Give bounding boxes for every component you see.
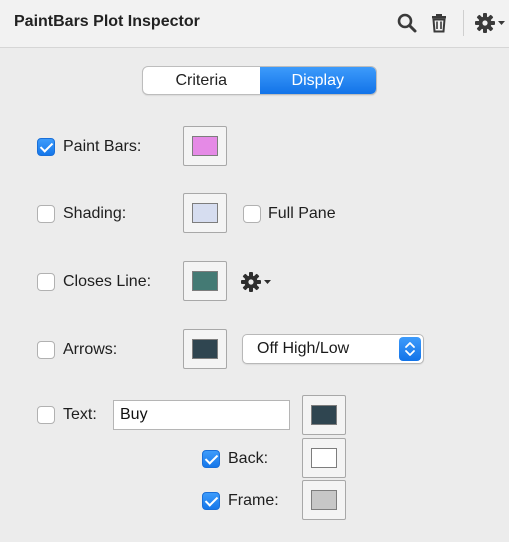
paint-bars-label: Paint Bars:	[63, 138, 142, 155]
shading-color-well[interactable]	[183, 193, 227, 233]
frame-label: Frame:	[228, 492, 279, 509]
chevron-updown-icon	[405, 342, 415, 356]
text-color-swatch	[311, 405, 337, 425]
back-label: Back:	[228, 450, 269, 467]
tab-display[interactable]: Display	[259, 67, 376, 94]
arrows-color-swatch	[192, 339, 218, 359]
full-pane-checkbox[interactable]	[243, 205, 261, 223]
back-checkbox[interactable]	[202, 450, 220, 468]
frame-checkbox[interactable]	[202, 492, 220, 510]
trash-icon[interactable]	[428, 12, 450, 34]
gear-menu-icon[interactable]	[474, 12, 506, 34]
arrows-mode-value: Off High/Low	[257, 340, 350, 357]
arrows-label: Arrows:	[63, 341, 118, 358]
paint-bars-checkbox[interactable]	[37, 138, 55, 156]
tab-criteria[interactable]: Criteria	[143, 67, 260, 94]
paint-bars-color-swatch	[192, 136, 218, 156]
header-divider	[463, 10, 464, 36]
closes-line-color-swatch	[192, 271, 218, 291]
closes-line-checkbox[interactable]	[37, 273, 55, 291]
arrows-mode-select[interactable]: Off High/Low	[242, 334, 424, 364]
back-color-well[interactable]	[302, 438, 346, 478]
arrows-color-well[interactable]	[183, 329, 227, 369]
select-stepper	[399, 337, 421, 361]
text-label: Text:	[63, 406, 97, 423]
search-icon[interactable]	[396, 12, 418, 34]
shading-label: Shading:	[63, 205, 127, 222]
text-color-well[interactable]	[302, 395, 346, 435]
closes-line-gear-menu-icon[interactable]	[240, 270, 274, 294]
tab-switcher: Criteria Display	[142, 66, 377, 95]
frame-color-swatch	[311, 490, 337, 510]
paint-bars-color-well[interactable]	[183, 126, 227, 166]
shading-color-swatch	[192, 203, 218, 223]
plot-inspector-panel: PaintBars Plot Inspector Criteria Displa…	[0, 0, 509, 542]
full-pane-label: Full Pane	[268, 205, 336, 222]
back-color-swatch	[311, 448, 337, 468]
arrows-checkbox[interactable]	[37, 341, 55, 359]
text-checkbox[interactable]	[37, 406, 55, 424]
shading-checkbox[interactable]	[37, 205, 55, 223]
closes-line-color-well[interactable]	[183, 261, 227, 301]
inspector-title: PaintBars Plot Inspector	[14, 13, 200, 30]
frame-color-well[interactable]	[302, 480, 346, 520]
closes-line-label: Closes Line:	[63, 273, 152, 290]
inspector-header: PaintBars Plot Inspector	[0, 0, 509, 48]
text-input[interactable]: Buy	[113, 400, 290, 430]
